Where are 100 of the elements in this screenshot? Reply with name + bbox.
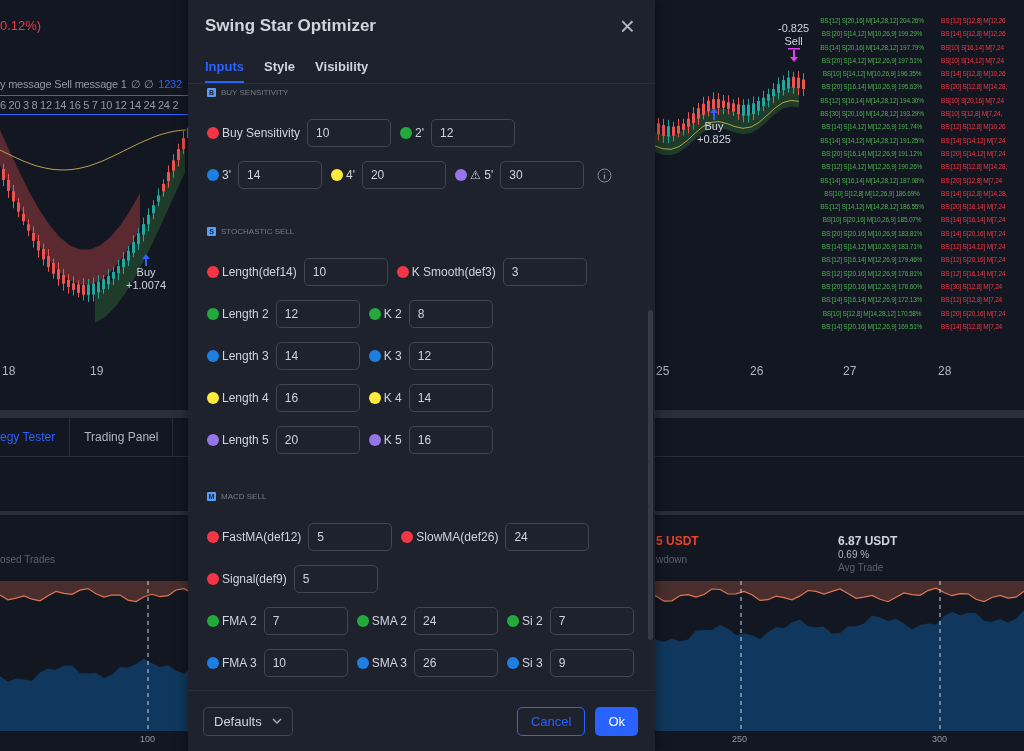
field-label: FMA 3 — [222, 656, 257, 670]
ok-button[interactable]: Ok — [595, 706, 638, 736]
field-label: Si 3 — [522, 656, 543, 670]
stat-percent: 0.69 % — [838, 549, 870, 561]
color-dot[interactable] — [207, 531, 219, 543]
dialog-tab[interactable]: Visibility — [315, 52, 369, 83]
color-dot[interactable] — [507, 615, 520, 627]
field-label: SlowMA(def26) — [416, 530, 499, 544]
signal-value: -0.825 — [778, 22, 810, 35]
color-dot[interactable] — [356, 657, 369, 669]
number-field[interactable]: 16 — [275, 384, 360, 412]
axis-label: 250 — [732, 734, 748, 744]
indicator-legend: y message Sell message 1 — [0, 78, 127, 91]
section-title: BUY SENSITIVITY — [221, 87, 289, 97]
color-dot[interactable] — [207, 573, 219, 585]
color-dot[interactable] — [396, 266, 409, 278]
number-field[interactable]: 14 — [408, 384, 493, 412]
field-label: K 5 — [383, 433, 402, 447]
field-label: 2' — [415, 126, 424, 140]
date-label: 25 — [656, 364, 670, 378]
number-field[interactable]: 24 — [414, 607, 499, 635]
color-dot[interactable] — [401, 531, 414, 543]
field-label: Signal(def9) — [222, 572, 287, 586]
color-dot[interactable] — [454, 169, 467, 181]
field-label: FMA 2 — [222, 614, 257, 628]
number-field[interactable]: 9 — [549, 649, 634, 677]
field-label: Length 5 — [222, 433, 269, 447]
color-dot[interactable] — [207, 615, 219, 627]
field-label: ⚠ 5' — [469, 168, 494, 182]
section-title: STOCHASTIC SELL — [221, 226, 295, 236]
number-field[interactable]: 12 — [275, 300, 360, 328]
date-label: 27 — [843, 364, 857, 378]
number-field[interactable]: 5 — [293, 565, 378, 593]
stat-value: 6.87 USDT — [838, 533, 898, 549]
number-field[interactable]: 24 — [505, 523, 590, 551]
color-dot[interactable] — [207, 434, 219, 446]
stat-value: 5 USDT — [656, 533, 699, 549]
color-dot[interactable] — [207, 169, 219, 181]
scrollbar[interactable] — [648, 310, 653, 640]
color-dot[interactable] — [368, 392, 381, 404]
info-icon[interactable] — [597, 167, 613, 183]
number-field[interactable]: 3 — [502, 258, 587, 286]
color-dot[interactable] — [507, 657, 520, 669]
field-label: K 3 — [383, 349, 402, 363]
color-dot[interactable] — [356, 615, 369, 627]
date-label: 18 — [2, 364, 16, 378]
dialog-title: Swing Star Optimizer — [205, 16, 377, 36]
number-field[interactable]: 7 — [549, 607, 634, 635]
legend-symbol: ∅ — [144, 78, 155, 91]
dialog-tab[interactable]: Style — [264, 52, 296, 83]
number-field[interactable]: 7 — [263, 607, 348, 635]
number-field[interactable]: 14 — [275, 342, 360, 370]
field-label: FastMA(def12) — [222, 530, 302, 544]
field-label: 3' — [222, 168, 231, 182]
defaults-dropdown[interactable]: Defaults — [203, 706, 293, 736]
field-label: K Smooth(def3) — [411, 265, 496, 279]
number-field[interactable]: 16 — [408, 426, 493, 454]
number-field[interactable]: 10 — [307, 119, 392, 147]
stat-caption: osed Trades — [0, 553, 56, 567]
caret-icon — [271, 718, 282, 724]
number-field[interactable]: 10 — [263, 649, 348, 677]
date-label: 19 — [90, 364, 104, 378]
panel-tab[interactable]: egy Tester — [0, 418, 71, 456]
number-field[interactable]: 5 — [308, 523, 393, 551]
number-field[interactable]: 14 — [237, 161, 322, 189]
color-dot[interactable] — [207, 127, 219, 139]
color-dot[interactable] — [207, 657, 219, 669]
stat-caption: Avg Trade — [838, 561, 884, 575]
axis-label: 300 — [932, 734, 948, 744]
color-dot[interactable] — [368, 308, 381, 320]
color-dot[interactable] — [207, 392, 219, 404]
field-label: SMA 2 — [371, 614, 408, 628]
number-field[interactable]: 12 — [431, 119, 515, 147]
field-label: Length 2 — [222, 307, 269, 321]
number-field[interactable]: 26 — [414, 649, 499, 677]
number-field[interactable]: 30 — [500, 161, 585, 189]
number-field[interactable]: 20 — [361, 161, 446, 189]
color-dot[interactable] — [207, 308, 219, 320]
number-field[interactable]: 12 — [408, 342, 493, 370]
signal-label: Sell — [784, 35, 803, 48]
indicator-values: 6 20 3 8 12 14 16 5 7 10 12 14 24 24 2 — [0, 95, 188, 115]
close-button[interactable]: × — [617, 13, 637, 39]
field-label: Si 2 — [522, 614, 543, 628]
field-label: K 2 — [383, 307, 402, 321]
color-dot[interactable] — [330, 169, 343, 181]
signal-label: Buy — [704, 120, 724, 133]
color-dot[interactable] — [368, 350, 381, 362]
field-label: Length 3 — [222, 349, 269, 363]
number-field[interactable]: 8 — [408, 300, 493, 328]
signal-value: +0.825 — [697, 133, 731, 146]
axis-label: 100 — [140, 734, 156, 744]
color-dot[interactable] — [368, 434, 381, 446]
field-label: Length 4 — [222, 391, 269, 405]
panel-tab[interactable]: Trading Panel — [70, 418, 174, 456]
color-dot[interactable] — [207, 350, 219, 362]
number-field[interactable]: 20 — [275, 426, 360, 454]
legend-value: 1232 — [158, 78, 182, 91]
color-dot[interactable] — [400, 127, 413, 139]
color-dot[interactable] — [207, 266, 219, 278]
number-field[interactable]: 10 — [303, 258, 388, 286]
